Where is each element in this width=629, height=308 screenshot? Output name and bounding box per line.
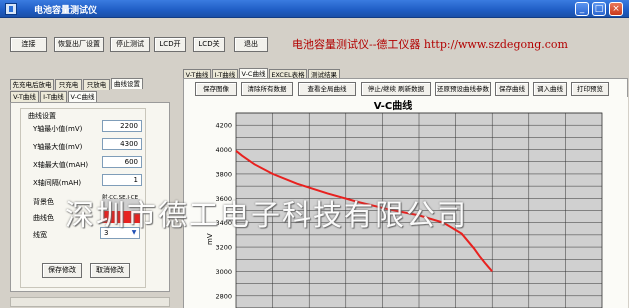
y-tick-label: 2800	[215, 292, 232, 300]
y-tick-label: 3000	[215, 268, 232, 276]
save-image-button[interactable]: 保存图像	[195, 82, 237, 96]
title-bar: 电池容量测试仪 _ □ ×	[0, 0, 629, 18]
tab-charge-only[interactable]: 只充电	[55, 79, 82, 90]
tab-vt-curve-left[interactable]: V-T曲线	[10, 91, 39, 102]
x-max-input[interactable]: 600	[102, 156, 142, 168]
curve-color-label: 曲线色	[33, 214, 54, 222]
lcd-on-button[interactable]: LCD开	[154, 37, 186, 52]
left-scrollbar[interactable]	[10, 297, 170, 307]
y-axis-label: mV	[206, 233, 214, 245]
y-max-label: Y轴最大值(mV)	[33, 143, 83, 151]
close-button[interactable]: ×	[609, 2, 623, 16]
restore-params-button[interactable]: 还原预设曲线参数	[435, 82, 491, 96]
tab-discharge-only[interactable]: 只放电	[83, 79, 110, 90]
x-max-label: X轴最大值(mAH)	[33, 161, 89, 169]
maximize-button[interactable]: □	[592, 2, 606, 16]
brand-text: 电池容量测试仪--德工仪器 http://www.szdegong.com	[292, 38, 568, 51]
stop-test-button[interactable]: 停止测试	[110, 37, 150, 52]
watermark: 深圳市德工电子科技有限公司	[65, 198, 469, 232]
app-icon	[5, 3, 17, 15]
load-curve-button[interactable]: 调入曲线	[533, 82, 567, 96]
save-settings-button[interactable]: 保存修改	[42, 263, 82, 278]
tab-charge-discharge[interactable]: 先充电后放电	[10, 79, 54, 90]
x-interval-input[interactable]: 1	[102, 174, 142, 186]
y-tick-label: 4200	[215, 122, 232, 130]
save-curve-button[interactable]: 保存曲线	[495, 82, 529, 96]
window-title: 电池容量测试仪	[34, 6, 98, 16]
factory-reset-button[interactable]: 恢复出厂设置	[54, 37, 104, 52]
cancel-settings-button[interactable]: 取消修改	[90, 263, 130, 278]
y-tick-label: 3200	[215, 244, 232, 252]
exit-button[interactable]: 退出	[234, 37, 268, 52]
refresh-toggle-button[interactable]: 停止/继续 刷新数据	[361, 82, 431, 96]
view-global-button[interactable]: 查看全局曲线	[298, 82, 356, 96]
tab-curve-settings[interactable]: 曲线设置	[111, 78, 143, 89]
x-interval-label: X轴间隔(mAH)	[33, 179, 82, 187]
line-width-label: 线宽	[33, 231, 47, 239]
y-max-input[interactable]: 4300	[102, 138, 142, 150]
minimize-button[interactable]: _	[575, 2, 589, 16]
chart-title: V-C曲线	[374, 99, 413, 112]
tab-it-curve-left[interactable]: I-T曲线	[40, 91, 67, 102]
y-tick-label: 4000	[215, 146, 232, 154]
connect-button[interactable]: 连接	[10, 37, 47, 52]
y-tick-label: 3800	[215, 170, 232, 178]
clear-data-button[interactable]: 清除所有数据	[241, 82, 293, 96]
lcd-off-button[interactable]: LCD关	[193, 37, 225, 52]
tab-vc-curve-left[interactable]: V-C曲线	[68, 91, 97, 102]
print-preview-button[interactable]: 打印预览	[571, 82, 609, 96]
y-min-label: Y轴最小值(mV)	[33, 125, 83, 133]
y-min-input[interactable]: 2200	[102, 120, 142, 132]
bg-color-label: 背景色	[33, 198, 54, 206]
group-title: 曲线设置	[28, 111, 56, 121]
